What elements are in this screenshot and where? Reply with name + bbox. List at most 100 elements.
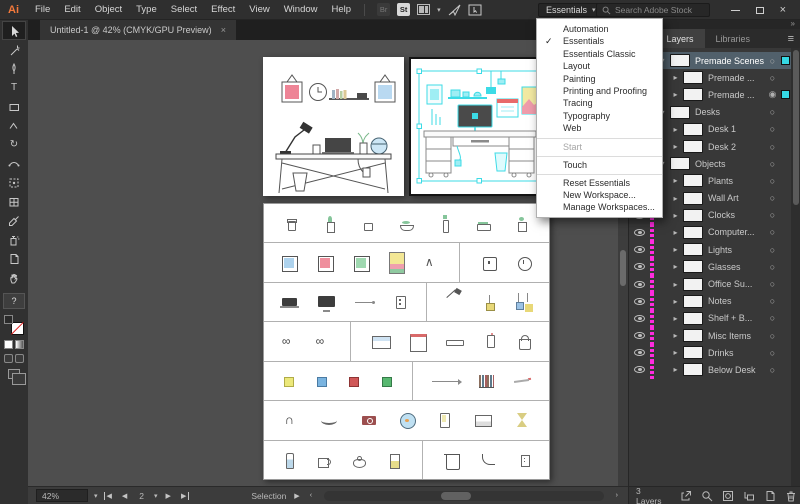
layer-name[interactable]: Notes: [708, 296, 765, 306]
eyedropper-tool[interactable]: [2, 211, 26, 230]
expand-chevron-icon[interactable]: ▸: [670, 331, 681, 340]
fill-swatch[interactable]: [4, 315, 13, 324]
layer-name[interactable]: Desk 2: [708, 142, 765, 152]
expand-chevron-icon[interactable]: ▸: [670, 176, 681, 185]
mesh-tool[interactable]: [2, 192, 26, 211]
target-circle-icon[interactable]: ○: [765, 245, 780, 255]
maximize-button[interactable]: [755, 6, 764, 14]
target-circle-icon[interactable]: ○: [765, 279, 780, 289]
layer-row[interactable]: ▸ Lights ○: [629, 241, 791, 259]
draw-normal-button[interactable]: [4, 354, 13, 363]
next-artboard-button[interactable]: ▶: [164, 492, 173, 500]
layer-row[interactable]: ▸ Computer... ○: [629, 223, 791, 242]
workspace-menu-item[interactable]: ✓ Painting: [537, 73, 662, 85]
expand-chevron-icon[interactable]: ▸: [670, 314, 681, 323]
gradient-button[interactable]: [15, 340, 24, 349]
artboard-1[interactable]: [263, 57, 404, 196]
visibility-eye-icon[interactable]: [634, 332, 645, 340]
minimize-button[interactable]: [730, 9, 740, 11]
edit-toolbar-button[interactable]: ?: [3, 293, 25, 309]
target-circle-icon[interactable]: ○: [765, 227, 780, 237]
expand-chevron-icon[interactable]: ▸: [670, 211, 681, 220]
menu-item[interactable]: Effect: [204, 4, 242, 15]
target-circle-icon[interactable]: ○: [765, 142, 780, 152]
workspace-menu-item[interactable]: ✓ Layout: [537, 60, 662, 72]
panel-scrollbar[interactable]: [791, 48, 800, 486]
menu-item[interactable]: File: [28, 4, 57, 15]
shaper-tool[interactable]: [2, 116, 26, 135]
workspace-menu-item[interactable]: ✓ Essentials: [537, 35, 662, 47]
target-circle-icon[interactable]: ○: [765, 365, 780, 375]
close-button[interactable]: ×: [780, 4, 786, 16]
expand-chevron-icon[interactable]: ▸: [670, 297, 681, 306]
expand-chevron-icon[interactable]: ▸: [670, 280, 681, 289]
target-circle-icon[interactable]: ○: [765, 73, 780, 83]
menu-item[interactable]: Select: [164, 4, 204, 15]
expand-chevron-icon[interactable]: ▸: [670, 348, 681, 357]
artboard-dropdown-chevron-icon[interactable]: ▾: [154, 492, 158, 500]
expand-chevron-icon[interactable]: ▸: [670, 90, 681, 99]
workspace-menu-item[interactable]: ✓ Web: [537, 122, 662, 134]
stock-button[interactable]: St: [397, 3, 411, 16]
layer-name[interactable]: Desks: [695, 107, 765, 117]
expand-chevron-icon[interactable]: ▸: [670, 245, 681, 254]
visibility-eye-icon[interactable]: [634, 263, 645, 271]
menu-item[interactable]: View: [242, 4, 276, 15]
target-circle-icon[interactable]: ○: [765, 313, 780, 323]
layer-name[interactable]: Desk 1: [708, 124, 765, 134]
selection-tool[interactable]: [2, 21, 26, 40]
layer-name[interactable]: Glasses: [708, 262, 765, 272]
expand-chevron-icon[interactable]: ▸: [670, 125, 681, 134]
type-tool[interactable]: T: [2, 78, 26, 97]
layer-name[interactable]: Computer...: [708, 227, 765, 237]
app-logo[interactable]: Ai: [8, 4, 19, 16]
artboard-tool[interactable]: [2, 249, 26, 268]
workspace-menu-item[interactable]: ✓ Tracing: [537, 97, 662, 109]
screen-mode-button[interactable]: [8, 369, 26, 385]
expand-chevron-icon[interactable]: ▸: [670, 365, 681, 374]
target-circle-icon[interactable]: ○: [765, 210, 780, 220]
width-tool[interactable]: [2, 154, 26, 173]
arrange-documents-icon[interactable]: [417, 4, 431, 15]
menu-item[interactable]: Window: [277, 4, 325, 15]
scroll-left-arrow-icon[interactable]: ‹: [308, 492, 314, 499]
menu-item[interactable]: Type: [129, 4, 164, 15]
expand-chevron-icon[interactable]: ▸: [670, 262, 681, 271]
share-icon[interactable]: [448, 4, 461, 16]
layer-name[interactable]: Clocks: [708, 210, 765, 220]
delete-layer-button[interactable]: [785, 490, 797, 502]
layer-row[interactable]: ▸ Notes ○: [629, 292, 791, 310]
symbol-sprayer-tool[interactable]: [2, 230, 26, 249]
target-circle-icon[interactable]: ○: [765, 56, 780, 66]
workspace-menu-item[interactable]: ✓ Automation: [537, 23, 662, 35]
layer-name[interactable]: Plants: [708, 176, 765, 186]
last-artboard-button[interactable]: ▶: [179, 491, 190, 500]
draw-behind-button[interactable]: [15, 354, 24, 363]
workspace-menu-item[interactable]: ✓ Typography: [537, 110, 662, 122]
layer-name[interactable]: Office Su...: [708, 279, 765, 289]
visibility-eye-icon[interactable]: [634, 297, 645, 305]
vertical-scrollbar-thumb[interactable]: [620, 250, 626, 286]
search-input[interactable]: Search Adobe Stock: [596, 3, 710, 17]
expand-chevron-icon[interactable]: ▸: [670, 142, 681, 151]
layer-name[interactable]: Premade ...: [708, 90, 765, 100]
artboard-number[interactable]: 2: [135, 491, 148, 501]
panel-tab[interactable]: Libraries: [705, 29, 762, 48]
status-options-arrow-icon[interactable]: ▶: [292, 492, 301, 500]
target-circle-icon[interactable]: ◉: [765, 89, 780, 100]
first-artboard-button[interactable]: ◀: [103, 491, 114, 500]
workspace-menu-item[interactable]: ✓ Touch: [537, 155, 662, 171]
layer-row[interactable]: ▸ Below Desk ○: [629, 361, 791, 379]
zoom-dropdown-chevron-icon[interactable]: ▾: [94, 492, 98, 500]
scroll-right-arrow-icon[interactable]: ›: [614, 492, 620, 499]
target-circle-icon[interactable]: ○: [765, 124, 780, 134]
workspace-menu-item[interactable]: ✓ Printing and Proofing: [537, 85, 662, 97]
layer-name[interactable]: Shelf + B...: [708, 313, 765, 323]
clipping-mask-button[interactable]: [722, 490, 734, 502]
zoom-level-box[interactable]: 42%: [36, 489, 88, 502]
target-circle-icon[interactable]: ○: [765, 262, 780, 272]
fill-stroke-swatches[interactable]: [4, 315, 24, 335]
chevron-down-icon[interactable]: ▾: [437, 6, 441, 14]
previous-artboard-button[interactable]: ◀: [120, 492, 129, 500]
free-transform-tool[interactable]: [2, 173, 26, 192]
